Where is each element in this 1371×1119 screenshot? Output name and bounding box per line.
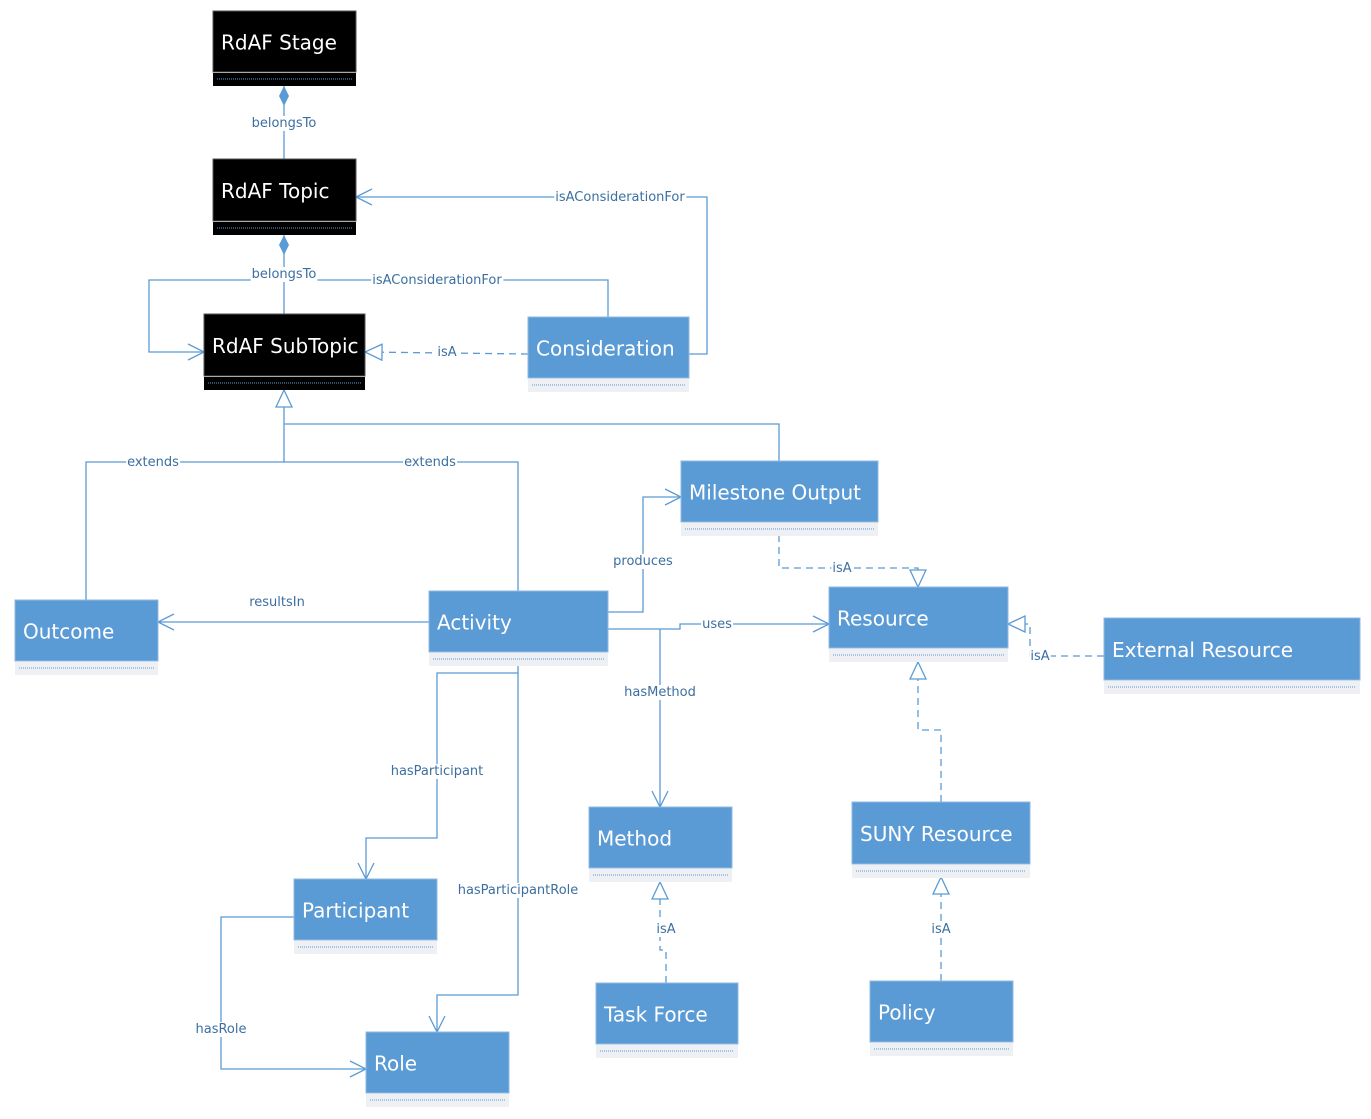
hollow-triangle-icon <box>908 660 928 680</box>
edge-suny_isa <box>908 660 942 802</box>
edge-label: uses <box>702 617 732 632</box>
class-name: Policy <box>878 1001 936 1025</box>
edge-label: belongsTo <box>252 116 317 131</box>
edge-line <box>284 461 519 591</box>
edge-label: hasParticipantRole <box>458 883 579 898</box>
edge-label: isA <box>656 922 675 937</box>
edge-label: isA <box>437 345 456 360</box>
edge-label: hasRole <box>196 1022 247 1037</box>
class-stage[interactable]: RdAF Stage <box>212 10 357 86</box>
class-name: Resource <box>837 607 929 631</box>
edge-milestone_gen <box>284 423 780 461</box>
hollow-triangle-icon <box>1006 614 1026 634</box>
class-suny[interactable]: SUNY Resource <box>851 801 1031 878</box>
edge-labels: belongsTo belongsTo isAConsiderationFor isA… <box>126 116 1051 1037</box>
class-name: External Resource <box>1112 638 1293 662</box>
edge-label: isAConsiderationFor <box>555 190 685 205</box>
class-attributes-compartment <box>366 1094 509 1107</box>
class-milestone[interactable]: Milestone Output <box>680 460 879 536</box>
class-topic[interactable]: RdAF Topic <box>212 158 357 235</box>
class-method[interactable]: Method <box>588 806 733 882</box>
edge-hasMethod <box>651 629 669 809</box>
class-attributes-compartment <box>213 73 356 86</box>
filled-diamond-icon <box>279 235 289 255</box>
class-name: RdAF Topic <box>221 179 329 203</box>
class-name: Method <box>597 827 672 851</box>
class-name: Consideration <box>536 337 675 361</box>
hollow-triangle-icon <box>931 875 951 895</box>
class-external[interactable]: External Resource <box>1103 617 1361 694</box>
filled-diamond-icon <box>279 86 289 106</box>
edge-label: belongsTo <box>252 267 317 282</box>
hollow-triangle-icon <box>650 880 670 900</box>
class-name: Outcome <box>23 620 114 644</box>
hollow-triangle-icon <box>274 388 294 408</box>
edge-resultsIn <box>156 613 429 631</box>
edge-activity_extends <box>284 461 519 591</box>
edge-external_isa <box>1006 614 1104 657</box>
edge-line <box>284 423 780 461</box>
class-subtopic[interactable]: RdAF SubTopic <box>203 313 366 390</box>
class-participant[interactable]: Participant <box>293 878 438 954</box>
class-consideration[interactable]: Consideration <box>527 316 690 392</box>
edge-label: isAConsiderationFor <box>372 273 502 288</box>
class-attributes-compartment <box>589 869 732 882</box>
edge-hasParticipantRole <box>428 673 519 1034</box>
class-name: RdAF Stage <box>221 31 337 55</box>
class-policy[interactable]: Policy <box>869 980 1014 1056</box>
edge-line <box>85 390 285 600</box>
edge-line <box>436 673 519 1032</box>
edge-label: resultsIn <box>249 595 305 610</box>
edge-label: extends <box>127 455 179 470</box>
class-name: Participant <box>302 899 409 923</box>
class-name: Task Force <box>603 1003 708 1027</box>
class-attributes-compartment <box>213 222 356 235</box>
edge-label: hasParticipant <box>391 764 484 779</box>
class-name: Activity <box>437 611 512 635</box>
class-resource[interactable]: Resource <box>828 586 1009 662</box>
edge-label: hasMethod <box>624 685 696 700</box>
class-attributes-compartment <box>294 941 437 954</box>
class-outcome[interactable]: Outcome <box>14 599 159 675</box>
edge-outcome_extends <box>85 388 294 600</box>
hollow-triangle-icon <box>908 569 928 589</box>
edge-label: isA <box>1030 649 1049 664</box>
class-attributes-compartment <box>870 1043 1013 1056</box>
uml-class-diagram: RdAF Stage RdAF Topic RdAF SubTopic Conside… <box>14 10 1361 1107</box>
class-role[interactable]: Role <box>365 1031 510 1107</box>
hollow-triangle-icon <box>363 343 383 362</box>
edge-label: produces <box>613 554 673 569</box>
class-name: SUNY Resource <box>860 822 1013 846</box>
class-taskforce[interactable]: Task Force <box>595 982 739 1058</box>
edge-label: isA <box>832 561 851 576</box>
edge-line <box>917 662 942 802</box>
class-attributes-compartment <box>15 662 158 675</box>
class-name: RdAF SubTopic <box>212 334 359 358</box>
class-name: Milestone Output <box>689 481 861 505</box>
nodes: RdAF Stage RdAF Topic RdAF SubTopic Conside… <box>14 10 1361 1107</box>
edge-label: extends <box>404 455 456 470</box>
edge-produces <box>608 488 683 613</box>
class-name: Role <box>374 1052 417 1076</box>
class-activity[interactable]: Activity <box>428 590 609 666</box>
edge-label: isA <box>931 922 950 937</box>
